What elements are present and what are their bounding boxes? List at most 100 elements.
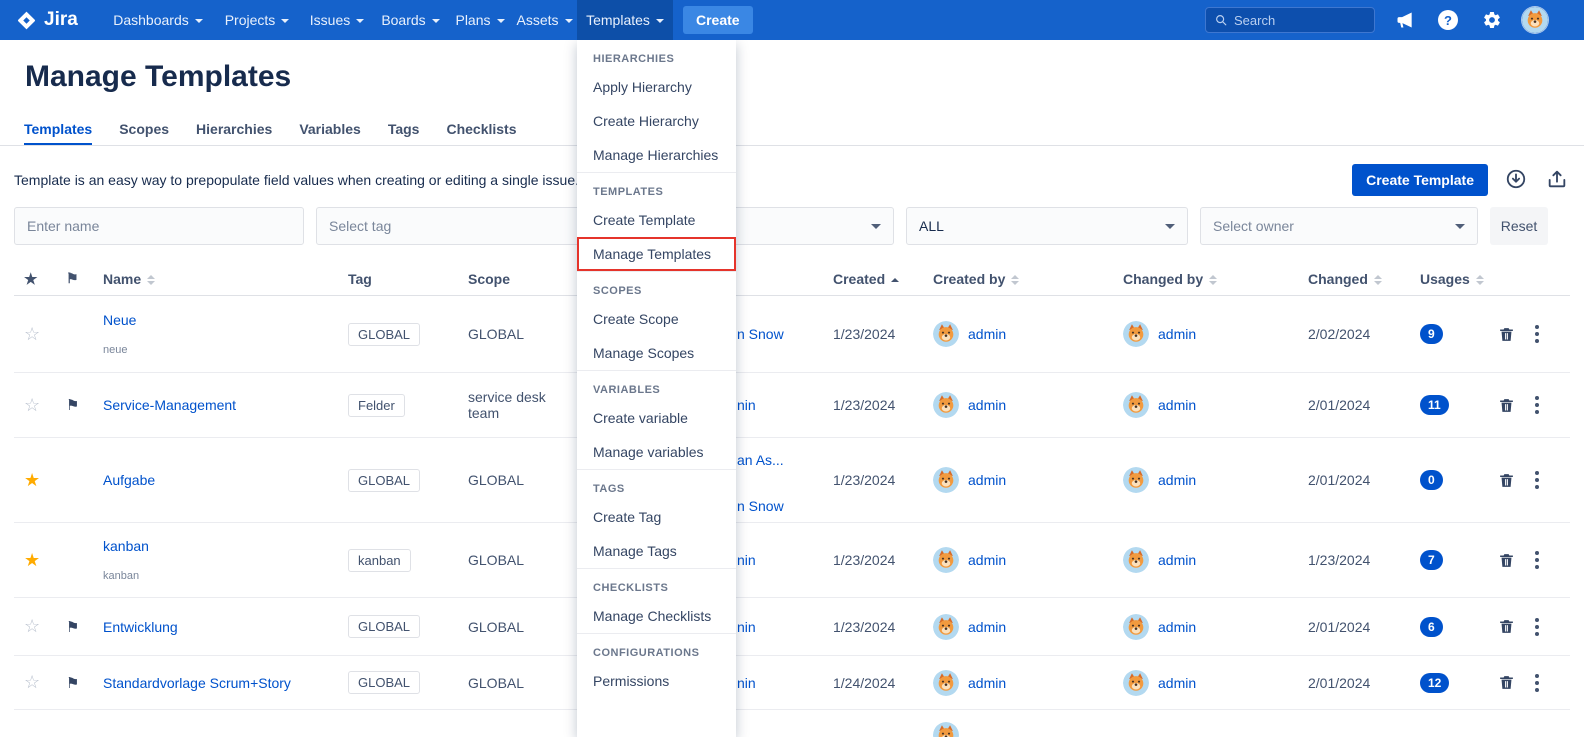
nav-item-boards[interactable]: Boards xyxy=(373,0,448,40)
search-input[interactable] xyxy=(1234,12,1366,28)
reset-button[interactable]: Reset xyxy=(1490,207,1548,245)
changed-by-link[interactable]: admin xyxy=(1158,326,1196,342)
tab-tags[interactable]: Tags xyxy=(388,114,420,145)
changed-by-link[interactable]: admin xyxy=(1158,675,1196,691)
delete-button[interactable] xyxy=(1498,618,1515,635)
changed-by-link[interactable]: admin xyxy=(1158,619,1196,635)
favorite-star-icon[interactable]: ★ xyxy=(24,550,40,570)
template-name-link[interactable]: kanban xyxy=(103,538,334,554)
delete-button[interactable] xyxy=(1498,472,1515,489)
nav-item-issues[interactable]: Issues xyxy=(301,0,373,40)
delete-button[interactable] xyxy=(1498,552,1515,569)
favorite-star-icon[interactable]: ☆ xyxy=(24,616,40,636)
user-profile-avatar[interactable] xyxy=(1522,7,1548,33)
created-by-link[interactable]: admin xyxy=(968,619,1006,635)
tab-scopes[interactable]: Scopes xyxy=(119,114,169,145)
column-header-created-by[interactable]: Created by xyxy=(919,271,1109,287)
favorite-star-icon[interactable]: ★ xyxy=(24,470,40,490)
help-button[interactable]: ? xyxy=(1436,8,1460,32)
menu-item-create-scope[interactable]: Create Scope xyxy=(577,302,736,336)
favorite-star-icon[interactable]: ☆ xyxy=(24,324,40,344)
menu-item-create-template[interactable]: Create Template xyxy=(577,203,736,237)
created-by-link[interactable]: admin xyxy=(968,552,1006,568)
nav-item-templates[interactable]: Templates xyxy=(577,0,673,40)
nav-item-plans[interactable]: Plans xyxy=(448,0,512,40)
column-header-changed-by[interactable]: Changed by xyxy=(1109,271,1294,287)
import-templates-button[interactable] xyxy=(1505,168,1529,192)
tab-checklists[interactable]: Checklists xyxy=(446,114,516,145)
delete-button[interactable] xyxy=(1498,674,1515,691)
create-button[interactable]: Create xyxy=(683,6,753,34)
template-name-link[interactable]: Aufgabe xyxy=(103,472,334,488)
owner-link-fragment[interactable]: nin xyxy=(737,397,756,413)
column-header-name[interactable]: Name xyxy=(89,271,334,287)
column-header-usages[interactable]: Usages xyxy=(1406,271,1486,287)
owner-link-fragment[interactable]: n Snow xyxy=(737,498,784,514)
column-header-scope[interactable]: Scope xyxy=(454,271,579,287)
owner-link-fragment[interactable]: nin xyxy=(737,552,756,568)
changed-by-link[interactable]: admin xyxy=(1158,552,1196,568)
menu-item-apply-hierarchy[interactable]: Apply Hierarchy xyxy=(577,70,736,104)
template-name-link[interactable]: Entwicklung xyxy=(103,619,334,635)
sort-icon[interactable] xyxy=(1373,274,1382,285)
menu-item-manage-scopes[interactable]: Manage Scopes xyxy=(577,336,736,370)
owner-link-fragment[interactable]: nin xyxy=(737,619,756,635)
menu-item-manage-checklists[interactable]: Manage Checklists xyxy=(577,599,736,633)
delete-button[interactable] xyxy=(1498,326,1515,343)
more-actions-button[interactable] xyxy=(1533,394,1541,416)
more-actions-button[interactable] xyxy=(1533,549,1541,571)
sort-ascending-icon[interactable] xyxy=(891,277,900,282)
tab-templates[interactable]: Templates xyxy=(24,114,93,145)
menu-item-manage-templates[interactable]: Manage Templates xyxy=(577,237,736,271)
sort-icon[interactable] xyxy=(1209,274,1218,285)
favorite-column-header-icon[interactable]: ★ xyxy=(24,271,37,288)
menu-item-create-tag[interactable]: Create Tag xyxy=(577,500,736,534)
created-by-link[interactable]: admin xyxy=(968,326,1006,342)
more-actions-button[interactable] xyxy=(1533,469,1541,491)
jira-brand[interactable]: Jira xyxy=(16,0,78,40)
more-actions-button[interactable] xyxy=(1533,323,1541,345)
menu-item-manage-hierarchies[interactable]: Manage Hierarchies xyxy=(577,138,736,172)
sort-icon[interactable] xyxy=(1011,274,1020,285)
settings-button[interactable] xyxy=(1480,8,1504,32)
menu-item-create-hierarchy[interactable]: Create Hierarchy xyxy=(577,104,736,138)
name-filter[interactable] xyxy=(14,207,304,245)
owner-filter-select[interactable]: Select owner xyxy=(1200,207,1478,245)
nav-item-dashboards[interactable]: Dashboards xyxy=(103,0,213,40)
export-templates-button[interactable] xyxy=(1546,168,1570,192)
owner-link-fragment[interactable]: nin xyxy=(737,675,756,691)
more-actions-button[interactable] xyxy=(1533,616,1541,638)
delete-button[interactable] xyxy=(1498,397,1515,414)
template-name-link[interactable]: Standardvorlage Scrum+Story xyxy=(103,675,334,691)
more-actions-button[interactable] xyxy=(1533,672,1541,694)
menu-item-permissions[interactable]: Permissions xyxy=(577,664,736,698)
created-by-link[interactable]: admin xyxy=(968,675,1006,691)
menu-item-manage-tags[interactable]: Manage Tags xyxy=(577,534,736,568)
favorite-star-icon[interactable]: ☆ xyxy=(24,395,40,415)
search-box[interactable] xyxy=(1205,7,1375,33)
flag-column-header-icon[interactable]: ⚑ xyxy=(66,270,79,286)
changed-by-link[interactable]: admin xyxy=(1158,472,1196,488)
favorite-star-icon[interactable]: ☆ xyxy=(24,672,40,692)
nav-item-assets[interactable]: Assets xyxy=(512,0,577,40)
tag-filter-select[interactable]: Select tag xyxy=(316,207,606,245)
sort-icon[interactable] xyxy=(1475,274,1484,285)
created-by-link[interactable]: admin xyxy=(968,397,1006,413)
template-name-link[interactable]: Neue xyxy=(103,312,334,328)
column-header-created[interactable]: Created xyxy=(819,271,919,287)
menu-item-create-variable[interactable]: Create variable xyxy=(577,401,736,435)
owner-link-fragment[interactable]: n Snow xyxy=(737,326,784,342)
name-filter-input[interactable] xyxy=(27,218,291,234)
sort-icon[interactable] xyxy=(147,274,156,285)
template-name-link[interactable]: Service-Management xyxy=(103,397,334,413)
changed-by-link[interactable]: admin xyxy=(1158,397,1196,413)
tab-variables[interactable]: Variables xyxy=(299,114,361,145)
tab-hierarchies[interactable]: Hierarchies xyxy=(196,114,272,145)
nav-item-projects[interactable]: Projects xyxy=(213,0,301,40)
created-by-link[interactable]: admin xyxy=(968,472,1006,488)
menu-item-manage-variables[interactable]: Manage variables xyxy=(577,435,736,469)
owner-link-fragment[interactable]: an As... xyxy=(737,452,784,468)
announcements-button[interactable] xyxy=(1393,8,1417,32)
column-header-tag[interactable]: Tag xyxy=(334,271,454,287)
column-header-changed[interactable]: Changed xyxy=(1294,271,1406,287)
